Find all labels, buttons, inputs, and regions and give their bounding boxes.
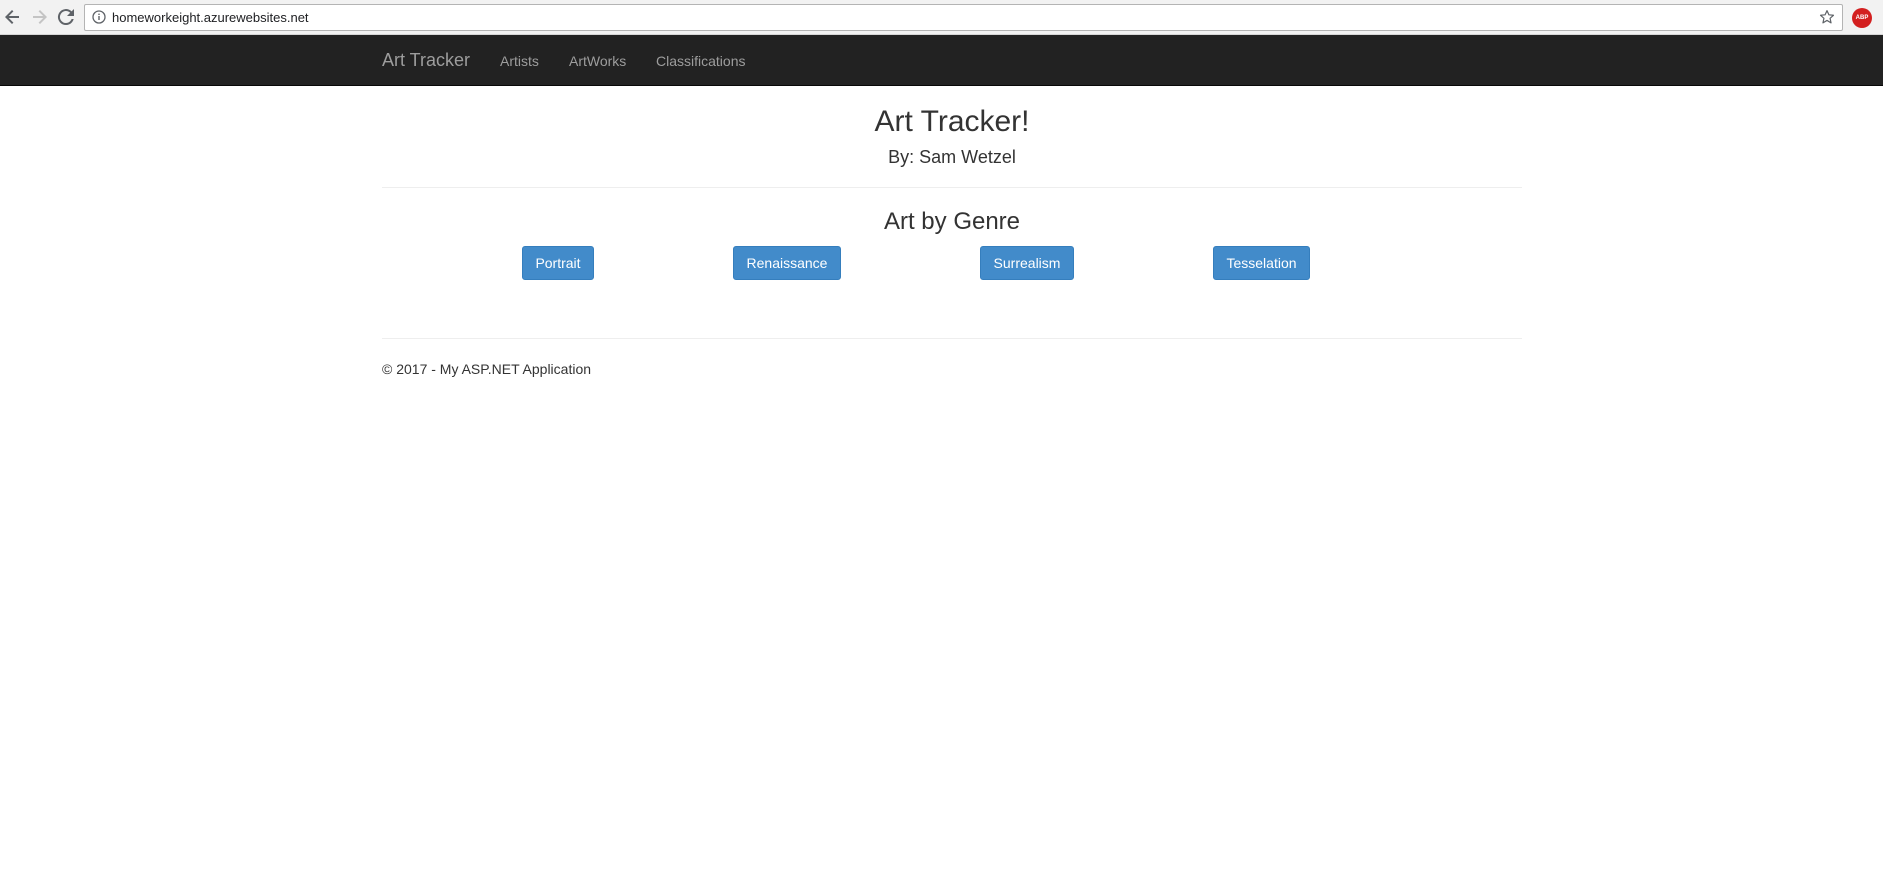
forward-arrow-icon[interactable] bbox=[28, 5, 52, 29]
footer-copyright: © 2017 - My ASP.NET Application bbox=[382, 361, 592, 377]
nav-link-artworks[interactable]: ArtWorks bbox=[569, 53, 626, 69]
page-title: Art Tracker! bbox=[874, 105, 1030, 138]
reload-icon[interactable] bbox=[54, 5, 78, 29]
portrait-button[interactable]: Portrait bbox=[522, 246, 594, 280]
tesselation-button[interactable]: Tesselation bbox=[1213, 246, 1310, 280]
back-arrow-icon[interactable] bbox=[0, 5, 24, 29]
adblock-icon[interactable]: ABP bbox=[1852, 8, 1872, 28]
renaissance-button[interactable]: Renaissance bbox=[733, 246, 841, 280]
footer-divider bbox=[382, 338, 1522, 339]
address-bar[interactable]: homeworkeight.azurewebsites.net bbox=[84, 4, 1843, 31]
author-byline: By: Sam Wetzel bbox=[888, 147, 1016, 167]
surrealism-button[interactable]: Surrealism bbox=[980, 246, 1074, 280]
browser-toolbar: homeworkeight.azurewebsites.net ABP bbox=[0, 0, 1883, 35]
section-title: Art by Genre bbox=[883, 208, 1021, 235]
nav-link-classifications[interactable]: Classifications bbox=[656, 53, 745, 69]
site-navbar: Art Tracker Artists ArtWorks Classificat… bbox=[0, 35, 1883, 86]
nav-link-artists[interactable]: Artists bbox=[500, 53, 539, 69]
url-text[interactable]: homeworkeight.azurewebsites.net bbox=[112, 10, 309, 25]
navbar-brand[interactable]: Art Tracker bbox=[382, 50, 470, 71]
bookmark-star-icon[interactable] bbox=[1818, 8, 1836, 26]
info-icon[interactable] bbox=[92, 10, 106, 24]
divider bbox=[382, 187, 1522, 188]
